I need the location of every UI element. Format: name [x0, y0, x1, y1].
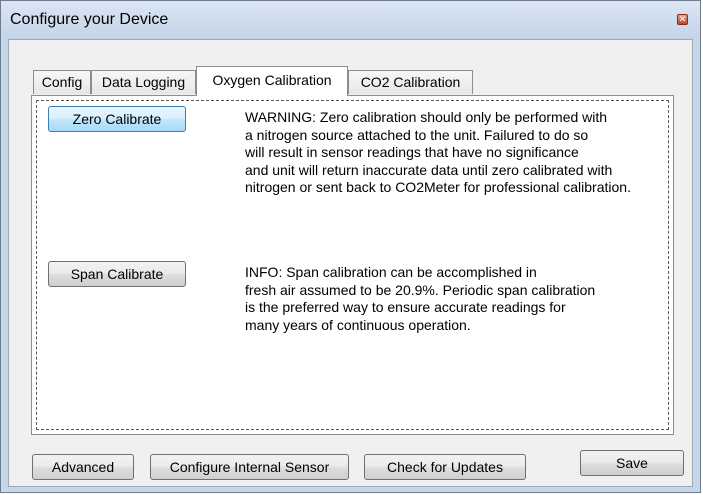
advanced-button[interactable]: Advanced: [32, 454, 134, 480]
tab-data-logging[interactable]: Data Logging: [91, 70, 196, 94]
tab-oxygen-calibration[interactable]: Oxygen Calibration: [196, 66, 348, 96]
configure-device-window: Configure your Device ✕ Config Data Logg…: [0, 0, 701, 493]
zero-calibrate-button[interactable]: Zero Calibrate: [48, 106, 186, 132]
oxygen-calibration-panel: Zero Calibrate WARNING: Zero calibration…: [31, 95, 674, 435]
save-button[interactable]: Save: [580, 450, 684, 476]
title-bar[interactable]: Configure your Device ✕: [1, 1, 700, 39]
close-button[interactable]: ✕: [677, 14, 688, 25]
tab-co2-calibration[interactable]: CO2 Calibration: [348, 70, 473, 94]
tab-config[interactable]: Config: [33, 70, 91, 94]
span-calibration-info: INFO: Span calibration can be accomplish…: [245, 264, 596, 333]
dialog-client-area: Config Data Logging Oxygen Calibration C…: [8, 39, 693, 487]
zero-calibration-warning: WARNING: Zero calibration should only be…: [245, 109, 631, 195]
close-icon: ✕: [678, 14, 687, 24]
check-for-updates-button[interactable]: Check for Updates: [364, 454, 526, 480]
span-calibrate-button[interactable]: Span Calibrate: [48, 261, 186, 287]
window-title: Configure your Device: [10, 11, 169, 28]
configure-internal-sensor-button[interactable]: Configure Internal Sensor: [150, 454, 349, 480]
